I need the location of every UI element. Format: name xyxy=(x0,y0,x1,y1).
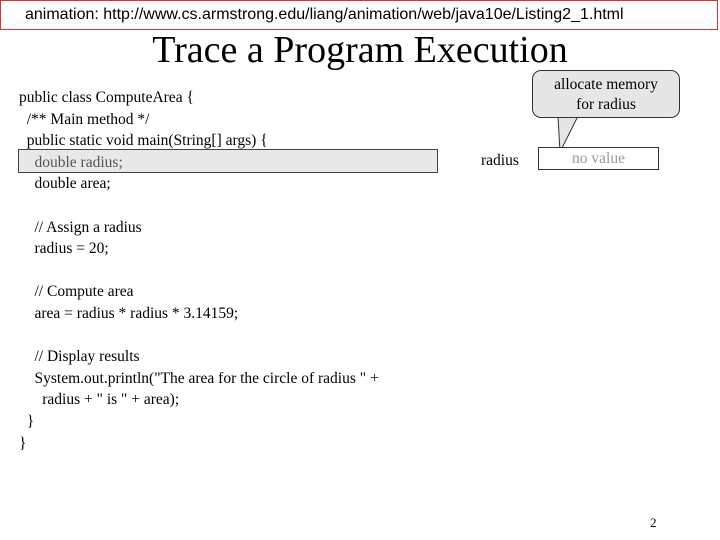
code-line: public static void main(String[] args) { xyxy=(19,132,268,150)
code-line: radius + " is " + area); xyxy=(19,391,180,409)
code-line: } xyxy=(19,412,35,430)
callout-line: for radius xyxy=(576,96,636,113)
code-listing: public class ComputeArea { /** Main meth… xyxy=(0,87,460,454)
code-line: public class ComputeArea { xyxy=(19,89,194,106)
code-line: System.out.println("The area for the cir… xyxy=(19,369,379,387)
code-line: radius = 20; xyxy=(19,240,109,258)
callout-bubble: allocate memory for radius xyxy=(532,70,680,118)
code-line: // Assign a radius xyxy=(19,218,142,236)
page-number: 2 xyxy=(650,515,657,530)
variable-value-box: no value xyxy=(538,147,659,170)
code-line: // Display results xyxy=(19,348,140,366)
code-line: area = radius * radius * 3.14159; xyxy=(19,304,239,322)
code-line: /** Main method */ xyxy=(19,110,150,128)
callout-line: allocate memory xyxy=(554,76,658,93)
code-line: // Compute area xyxy=(19,283,134,301)
code-line-current: double radius; xyxy=(19,153,123,171)
code-line: double area; xyxy=(19,175,111,193)
slide-title: Trace a Program Execution xyxy=(152,29,568,71)
code-line: } xyxy=(19,434,27,452)
variable-name: radius xyxy=(481,152,519,169)
